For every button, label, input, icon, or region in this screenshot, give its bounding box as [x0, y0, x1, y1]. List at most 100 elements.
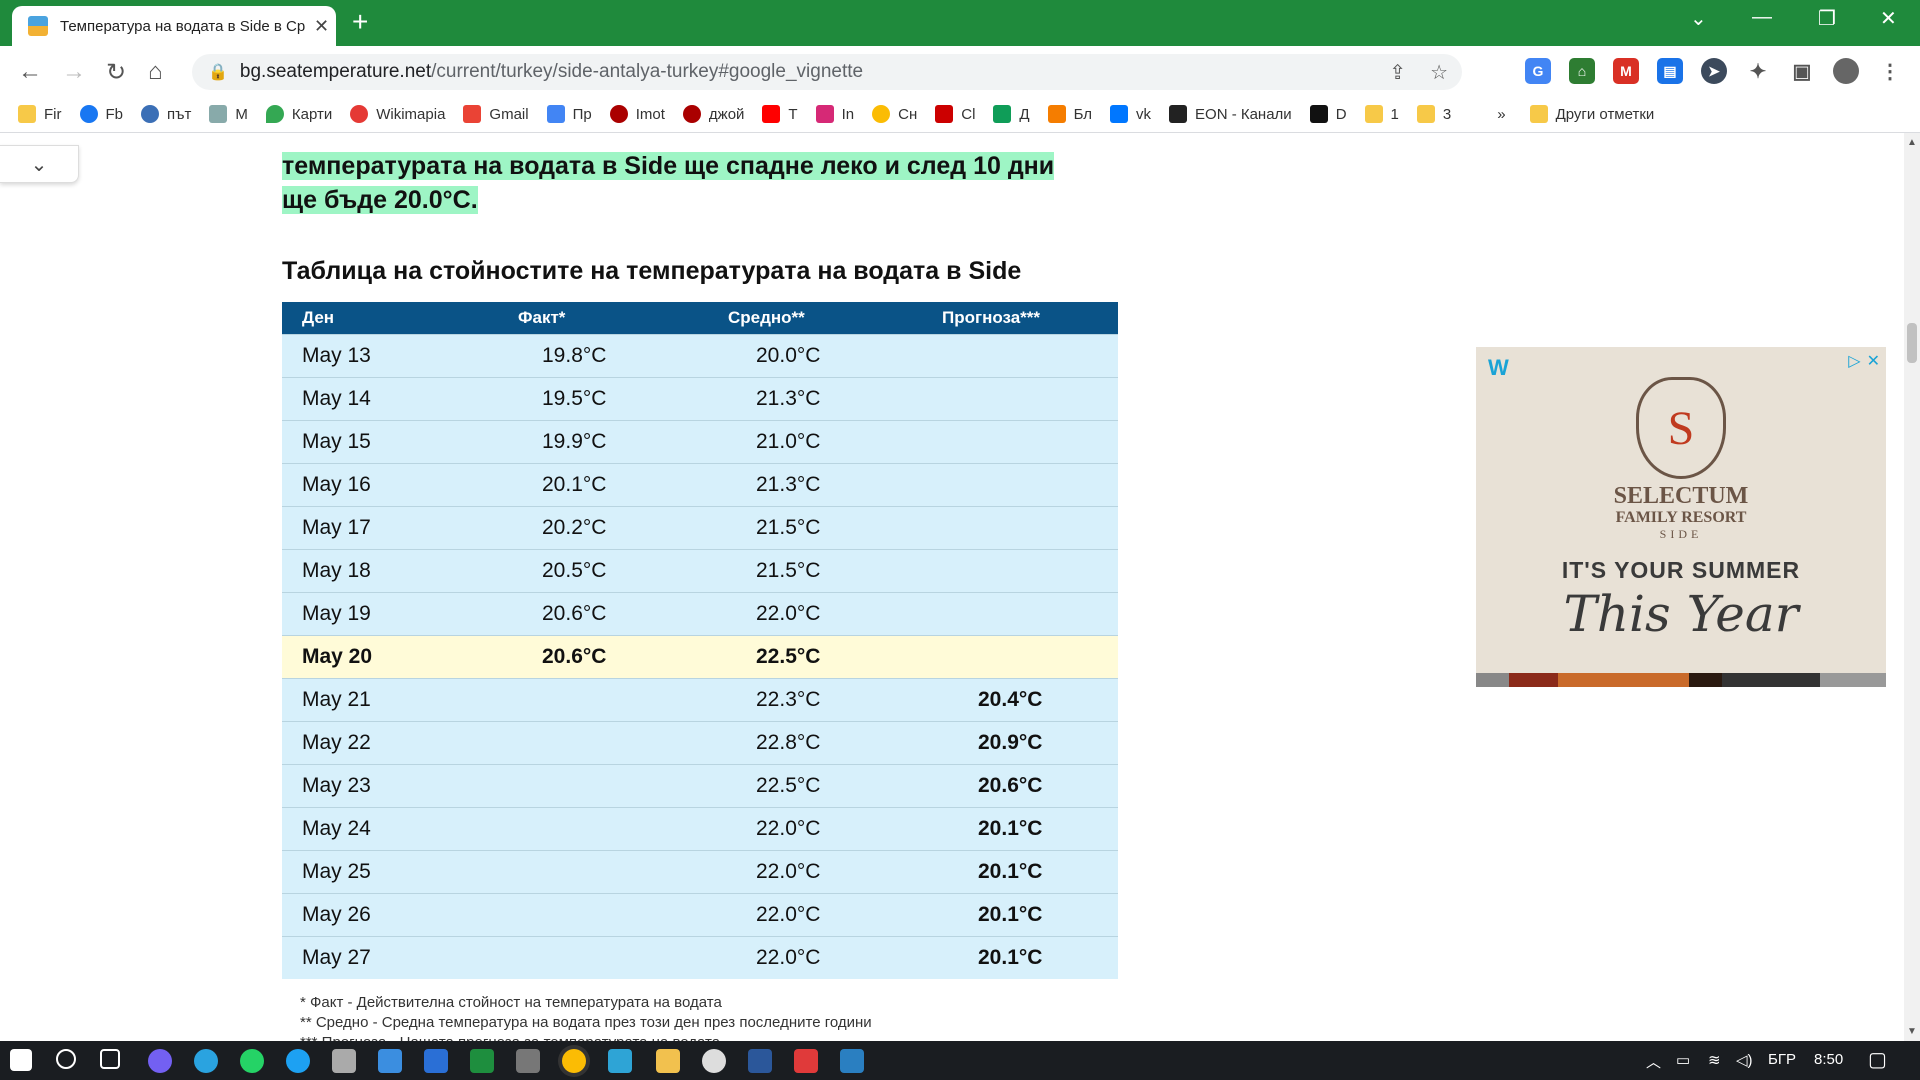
table-row: May 25 22.0°C 20.1°C — [282, 850, 1118, 894]
calendar-icon[interactable] — [424, 1049, 448, 1073]
advertisement[interactable]: W ▷ ✕ S SELECTUM FAMILY RESORT SIDE IT'S … — [1476, 347, 1886, 687]
pdf-icon[interactable] — [794, 1049, 818, 1073]
calculator-icon[interactable] — [332, 1049, 356, 1073]
bookmark-item[interactable]: Карти — [265, 105, 332, 123]
bird-app-icon[interactable] — [608, 1049, 632, 1073]
tab-search-icon[interactable]: ⌄ — [1690, 6, 1707, 31]
bookmark-item[interactable]: Wikimapia — [350, 105, 445, 123]
cell-avg: 20.0°C — [728, 334, 942, 378]
chrome-icon[interactable] — [562, 1049, 586, 1073]
scroll-up-icon[interactable]: ▲ — [1907, 137, 1917, 148]
bookmark-item[interactable]: Fir — [18, 105, 62, 123]
close-tab-icon[interactable]: ✕ — [314, 16, 329, 37]
table-row: May 22 22.8°C 20.9°C — [282, 721, 1118, 765]
bookmark-item[interactable]: път — [141, 105, 191, 123]
translate-extension-icon[interactable]: G — [1525, 58, 1551, 84]
side-panel-icon[interactable]: ▣ — [1789, 58, 1815, 84]
cell-fact: 20.6°C — [518, 592, 728, 636]
menu-icon[interactable]: ⋮ — [1877, 58, 1903, 84]
cursor-extension-icon[interactable]: ➤ — [1701, 58, 1727, 84]
profile-avatar[interactable] — [1833, 58, 1859, 84]
edge-icon[interactable] — [286, 1049, 310, 1073]
bookmark-item[interactable]: джой — [682, 105, 744, 123]
clock[interactable]: 8:50 — [1814, 1051, 1843, 1068]
cell-avg: 22.0°C — [728, 936, 942, 979]
cell-fact: 20.5°C — [518, 549, 728, 593]
settings-icon[interactable] — [702, 1049, 726, 1073]
gmail-extension-icon[interactable]: M — [1613, 58, 1639, 84]
cell-avg: 22.0°C — [728, 592, 942, 636]
back-icon[interactable]: ← — [18, 58, 42, 86]
bookmarks-overflow-button[interactable]: » — [1497, 106, 1505, 123]
onedrive-icon[interactable] — [378, 1049, 402, 1073]
scroll-down-icon[interactable]: ▼ — [1907, 1026, 1917, 1037]
telegram-icon[interactable] — [194, 1049, 218, 1073]
bookmark-item[interactable]: Д — [993, 105, 1030, 123]
address-bar[interactable]: 🔒 bg.seatemperature.net/current/turkey/s… — [192, 54, 1462, 90]
excel-icon[interactable] — [470, 1049, 494, 1073]
folder-icon — [18, 105, 36, 123]
bookmark-item[interactable]: 3 — [1416, 105, 1451, 123]
bookmark-item[interactable]: In — [815, 105, 854, 123]
search-icon[interactable] — [56, 1049, 76, 1069]
word-icon[interactable] — [748, 1049, 772, 1073]
cell-day: May 26 — [282, 893, 518, 937]
battery-icon[interactable]: ▭ — [1676, 1051, 1690, 1069]
table-row: May 21 22.3°C 20.4°C — [282, 678, 1118, 722]
ad-color-strip — [1476, 673, 1886, 687]
folder-icon — [1364, 105, 1383, 123]
windows-start-icon[interactable] — [10, 1049, 32, 1071]
bookmark-item[interactable]: Fb — [79, 105, 123, 123]
home-icon[interactable]: ⌂ — [148, 58, 163, 86]
restore-button[interactable]: ❐ — [1818, 6, 1836, 31]
explorer-app-icon[interactable] — [516, 1049, 540, 1073]
cell-forecast — [942, 549, 1118, 593]
bookmark-item[interactable]: Cl — [935, 105, 975, 123]
bookmark-star-icon[interactable]: ☆ — [1430, 60, 1448, 85]
viber-icon[interactable] — [148, 1049, 172, 1073]
ad-choices-icon[interactable]: ▷ — [1848, 351, 1860, 371]
cell-fact: 19.9°C — [518, 420, 728, 464]
cell-fact — [518, 850, 728, 894]
bookmark-item[interactable]: Imot — [609, 105, 665, 123]
bookmark-item[interactable]: D — [1309, 105, 1347, 123]
page-scrollbar[interactable]: ▲ ▼ — [1904, 133, 1920, 1041]
new-tab-button[interactable]: + — [352, 8, 368, 36]
collapse-ad-button[interactable]: ⌄ — [0, 145, 79, 183]
minimize-button[interactable]: — — [1752, 6, 1772, 29]
bookmark-item[interactable]: EON - Канали — [1169, 105, 1292, 123]
reload-icon[interactable]: ↻ — [106, 58, 126, 87]
close-window-button[interactable]: ✕ — [1880, 6, 1897, 31]
cell-day: May 16 — [282, 463, 518, 507]
cell-day: May 25 — [282, 850, 518, 894]
tray-chevron-icon[interactable]: ︿ — [1646, 1051, 1661, 1072]
photos-app-icon[interactable] — [840, 1049, 864, 1073]
bookmark-item[interactable]: vk — [1110, 105, 1151, 123]
other-bookmarks[interactable]: Други отметки — [1529, 105, 1654, 123]
volume-icon[interactable]: ◁) — [1736, 1051, 1753, 1069]
language-indicator[interactable]: БГР — [1768, 1051, 1796, 1068]
calendar-extension-icon[interactable]: ▤ — [1657, 58, 1683, 84]
bookmark-item[interactable]: Сн — [872, 105, 917, 123]
browser-tab[interactable]: Температура на водата в Side в Ср ✕ — [12, 6, 336, 46]
share-icon[interactable]: ⇪ — [1389, 60, 1406, 85]
file-explorer-icon[interactable] — [656, 1049, 680, 1073]
road-icon — [141, 105, 160, 123]
bookmark-item[interactable]: Пр — [546, 105, 592, 123]
task-view-icon[interactable] — [100, 1049, 120, 1069]
puzzle-extensions-icon[interactable]: ✦ — [1745, 58, 1771, 84]
bookmark-item[interactable]: Бл — [1047, 105, 1092, 123]
ad-brand-location: SIDE — [1659, 527, 1703, 541]
home-extension-icon[interactable]: ⌂ — [1569, 58, 1595, 84]
bookmark-item[interactable]: T — [762, 105, 798, 123]
notifications-icon[interactable]: ▢ — [1868, 1047, 1887, 1072]
lock-icon[interactable]: 🔒 — [208, 62, 228, 82]
scrollbar-thumb[interactable] — [1907, 323, 1917, 363]
bookmark-item[interactable]: Gmail — [463, 105, 529, 123]
close-ad-icon[interactable]: ✕ — [1867, 351, 1880, 371]
forward-icon[interactable]: → — [62, 58, 86, 86]
bookmark-item[interactable]: 1 — [1364, 105, 1399, 123]
bookmark-item[interactable]: M — [209, 105, 248, 123]
whatsapp-icon[interactable] — [240, 1049, 264, 1073]
wifi-icon[interactable]: ≋ — [1708, 1051, 1721, 1069]
